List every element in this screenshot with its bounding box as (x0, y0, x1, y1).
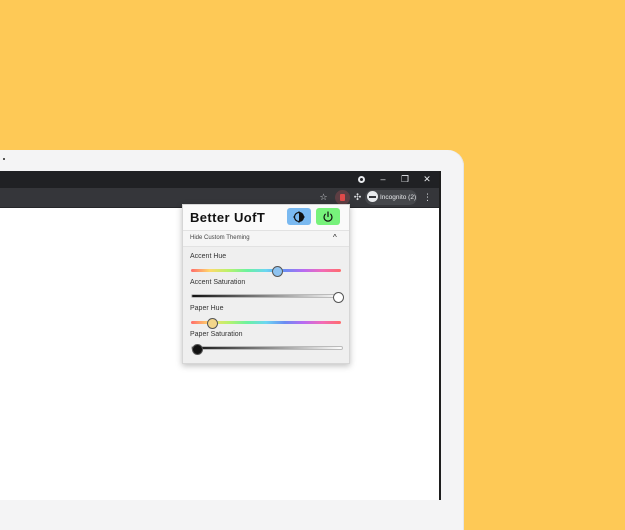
accent-saturation-thumb[interactable] (332, 292, 344, 303)
custom-theming-toggle[interactable]: Hide Custom Theming ^ (183, 230, 349, 247)
paper-saturation-slider[interactable] (191, 344, 343, 355)
incognito-icon (367, 191, 378, 202)
theme-button[interactable] (287, 208, 311, 225)
paper-hue-thumb[interactable] (207, 318, 218, 329)
power-icon (323, 210, 333, 222)
popup-title: Better UofT (190, 210, 266, 225)
power-button[interactable] (316, 208, 340, 225)
incognito-label: Incognito (2) (380, 194, 417, 201)
title-bar: – ❐ ✕ (0, 171, 439, 188)
kebab-menu-icon[interactable]: ⋮ (421, 191, 434, 204)
profile-icon[interactable] (358, 176, 365, 183)
paper-hue-slider[interactable] (191, 318, 341, 329)
accent-hue-label: Accent Hue (190, 253, 227, 260)
puzzle-icon[interactable]: ✣ (351, 191, 364, 204)
paper-saturation-thumb[interactable] (191, 344, 203, 355)
popup-header: Better UofT (183, 205, 349, 230)
section-label: Hide Custom Theming (190, 235, 250, 241)
accent-hue-slider[interactable] (191, 266, 341, 277)
chevron-up-icon: ^ (333, 233, 337, 242)
camera-dot (3, 158, 5, 160)
extension-popup: Better UofT Hide Custom Theming ^ Accent… (182, 204, 350, 364)
restore-button[interactable]: ❐ (398, 173, 412, 186)
accent-saturation-slider[interactable] (191, 292, 344, 303)
incognito-badge[interactable]: Incognito (2) (365, 190, 417, 205)
accent-saturation-label: Accent Saturation (190, 279, 246, 286)
minimize-button[interactable]: – (376, 173, 390, 186)
paper-hue-label: Paper Hue (190, 305, 224, 312)
accent-hue-thumb[interactable] (271, 266, 283, 277)
paper-saturation-label: Paper Saturation (190, 331, 243, 338)
close-button[interactable]: ✕ (420, 173, 434, 186)
theme-icon (293, 210, 305, 223)
extension-better-uoft-icon[interactable] (335, 190, 350, 205)
star-icon[interactable]: ☆ (317, 191, 330, 204)
